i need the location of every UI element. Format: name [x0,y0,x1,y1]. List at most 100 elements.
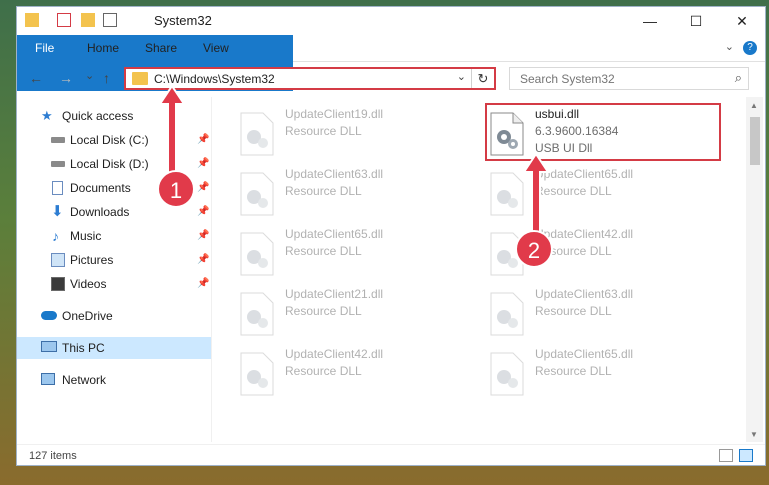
sidebar-item-pictures[interactable]: Pictures 📌 [17,249,211,271]
step-2-badge: 2 [515,230,553,268]
tab-share[interactable]: Share [131,35,191,61]
pictures-icon [51,253,65,267]
file-item-usbui[interactable]: usbui.dll 6.3.9600.16384 USB UI Dll [463,107,703,163]
cloud-icon [41,311,57,320]
expand-ribbon-button[interactable]: ⌄ [725,41,734,53]
dll-file-icon [240,352,274,396]
maximize-button[interactable]: ☐ [673,7,719,35]
search-input[interactable] [518,71,722,87]
file-type: Resource DLL [285,364,362,378]
dll-file-icon [240,292,274,336]
ribbon: File Home Share View ⌄ ? [17,35,765,91]
drive-icon [51,161,65,167]
sidebar-item-videos[interactable]: Videos 📌 [17,273,211,295]
window-title: System32 [154,13,212,28]
help-button[interactable]: ? [743,41,757,55]
file-name: UpdateClient63.dll [285,167,384,181]
navigation-bar: ← → ⌄ ↑ C:\Windows\System32 ⌄ ↻ ⌕ [17,62,765,95]
sidebar-item-label: Local Disk (D:) [70,157,149,171]
file-item[interactable]: UpdateClient65.dll Resource DLL [463,347,703,403]
sidebar-item-this-pc[interactable]: This PC [17,337,211,359]
scroll-down-arrow[interactable]: ▼ [750,430,758,439]
sidebar-item-label: Quick access [62,109,134,123]
file-name: UpdateClient63.dll [535,287,634,301]
close-button[interactable]: ✕ [719,7,765,35]
dll-file-icon [240,172,274,216]
folder-icon [25,13,39,27]
explorer-window: System32 — ☐ ✕ File Home Share View ⌄ ? … [16,6,766,466]
sidebar-item-onedrive[interactable]: OneDrive [17,305,211,327]
scroll-up-arrow[interactable]: ▲ [750,101,758,110]
file-item[interactable]: UpdateClient63.dll Resource DLL [463,287,703,343]
details-view-button[interactable] [719,449,733,462]
title-bar: System32 — ☐ ✕ [17,7,765,35]
dll-file-icon [240,112,274,156]
large-icons-view-button[interactable] [739,449,753,462]
minimize-button[interactable]: — [627,7,673,35]
file-item[interactable]: UpdateClient19.dll Resource DLL [213,107,453,163]
sidebar-item-label: OneDrive [62,309,113,323]
search-icon[interactable]: ⌕ [735,70,742,86]
file-item[interactable]: UpdateClient65.dll Resource DLL [463,167,703,223]
music-icon: ♪ [52,228,59,244]
dll-file-icon [490,352,524,396]
file-item[interactable]: UpdateClient63.dll Resource DLL [213,167,453,223]
search-box[interactable]: ⌕ [509,67,749,90]
download-icon: ⬇ [51,203,64,220]
file-name: usbui.dll [535,107,580,121]
new-folder-icon[interactable] [81,13,95,27]
forward-button[interactable]: → [59,70,73,86]
sidebar-item-label: Videos [70,277,107,291]
ribbon-controls: ⌄ ? [725,40,757,55]
file-type: Resource DLL [285,184,362,198]
file-type: Resource DLL [285,304,362,318]
documents-icon [52,181,63,195]
step-1-badge: 1 [157,170,195,208]
file-type: Resource DLL [285,244,362,258]
back-button[interactable]: ← [29,70,43,86]
sidebar-item-label: Network [62,373,107,387]
sidebar-item-label: Downloads [70,205,130,219]
file-name: UpdateClient65.dll [285,227,384,241]
tab-home[interactable]: Home [73,35,133,61]
videos-icon [51,277,65,291]
pin-icon[interactable]: 📌 [197,273,209,295]
sidebar-item-network[interactable]: Network [17,369,211,391]
file-version: 6.3.9600.16384 [535,124,619,138]
file-type: Resource DLL [535,304,612,318]
file-name: UpdateClient42.dll [285,347,384,361]
recent-locations-button[interactable]: ⌄ [85,69,94,82]
status-bar: 127 items [17,444,765,465]
customize-toolbar-icon[interactable] [103,13,117,27]
sidebar-item-label: Local Disk (C:) [70,133,149,147]
file-name: UpdateClient19.dll [285,107,384,121]
properties-icon[interactable] [57,13,71,27]
tab-view[interactable]: View [189,35,243,61]
up-button[interactable]: ↑ [103,70,110,86]
sidebar-item-label: Documents [70,181,131,195]
pin-icon[interactable]: 📌 [197,225,209,247]
file-type: Resource DLL [535,364,612,378]
file-list: UpdateClient19.dll Resource DLL usbui.dl… [213,97,743,442]
scroll-thumb[interactable] [750,117,760,165]
item-count: 127 items [29,450,77,462]
file-item[interactable]: UpdateClient65.dll Resource DLL [213,227,453,283]
file-item[interactable]: UpdateClient42.dll Resource DLL [463,227,703,283]
sidebar-item-music[interactable]: ♪ Music 📌 [17,225,211,247]
drive-icon [51,137,65,143]
sidebar-item-label: Pictures [70,253,114,267]
dll-file-icon [490,292,524,336]
computer-icon [41,341,57,352]
refresh-button[interactable]: ↻ [471,69,494,88]
vertical-scrollbar[interactable]: ▲ ▼ [746,97,763,442]
pin-icon[interactable]: 📌 [197,249,209,271]
dll-file-icon [240,232,274,276]
network-icon [41,373,55,385]
star-icon: ★ [41,108,53,123]
address-dropdown-button[interactable]: ⌄ [457,70,466,83]
sidebar-item-label: Music [70,229,102,243]
file-name: UpdateClient21.dll [285,287,384,301]
file-item[interactable]: UpdateClient42.dll Resource DLL [213,347,453,403]
file-type: Resource DLL [285,124,362,138]
file-item[interactable]: UpdateClient21.dll Resource DLL [213,287,453,343]
